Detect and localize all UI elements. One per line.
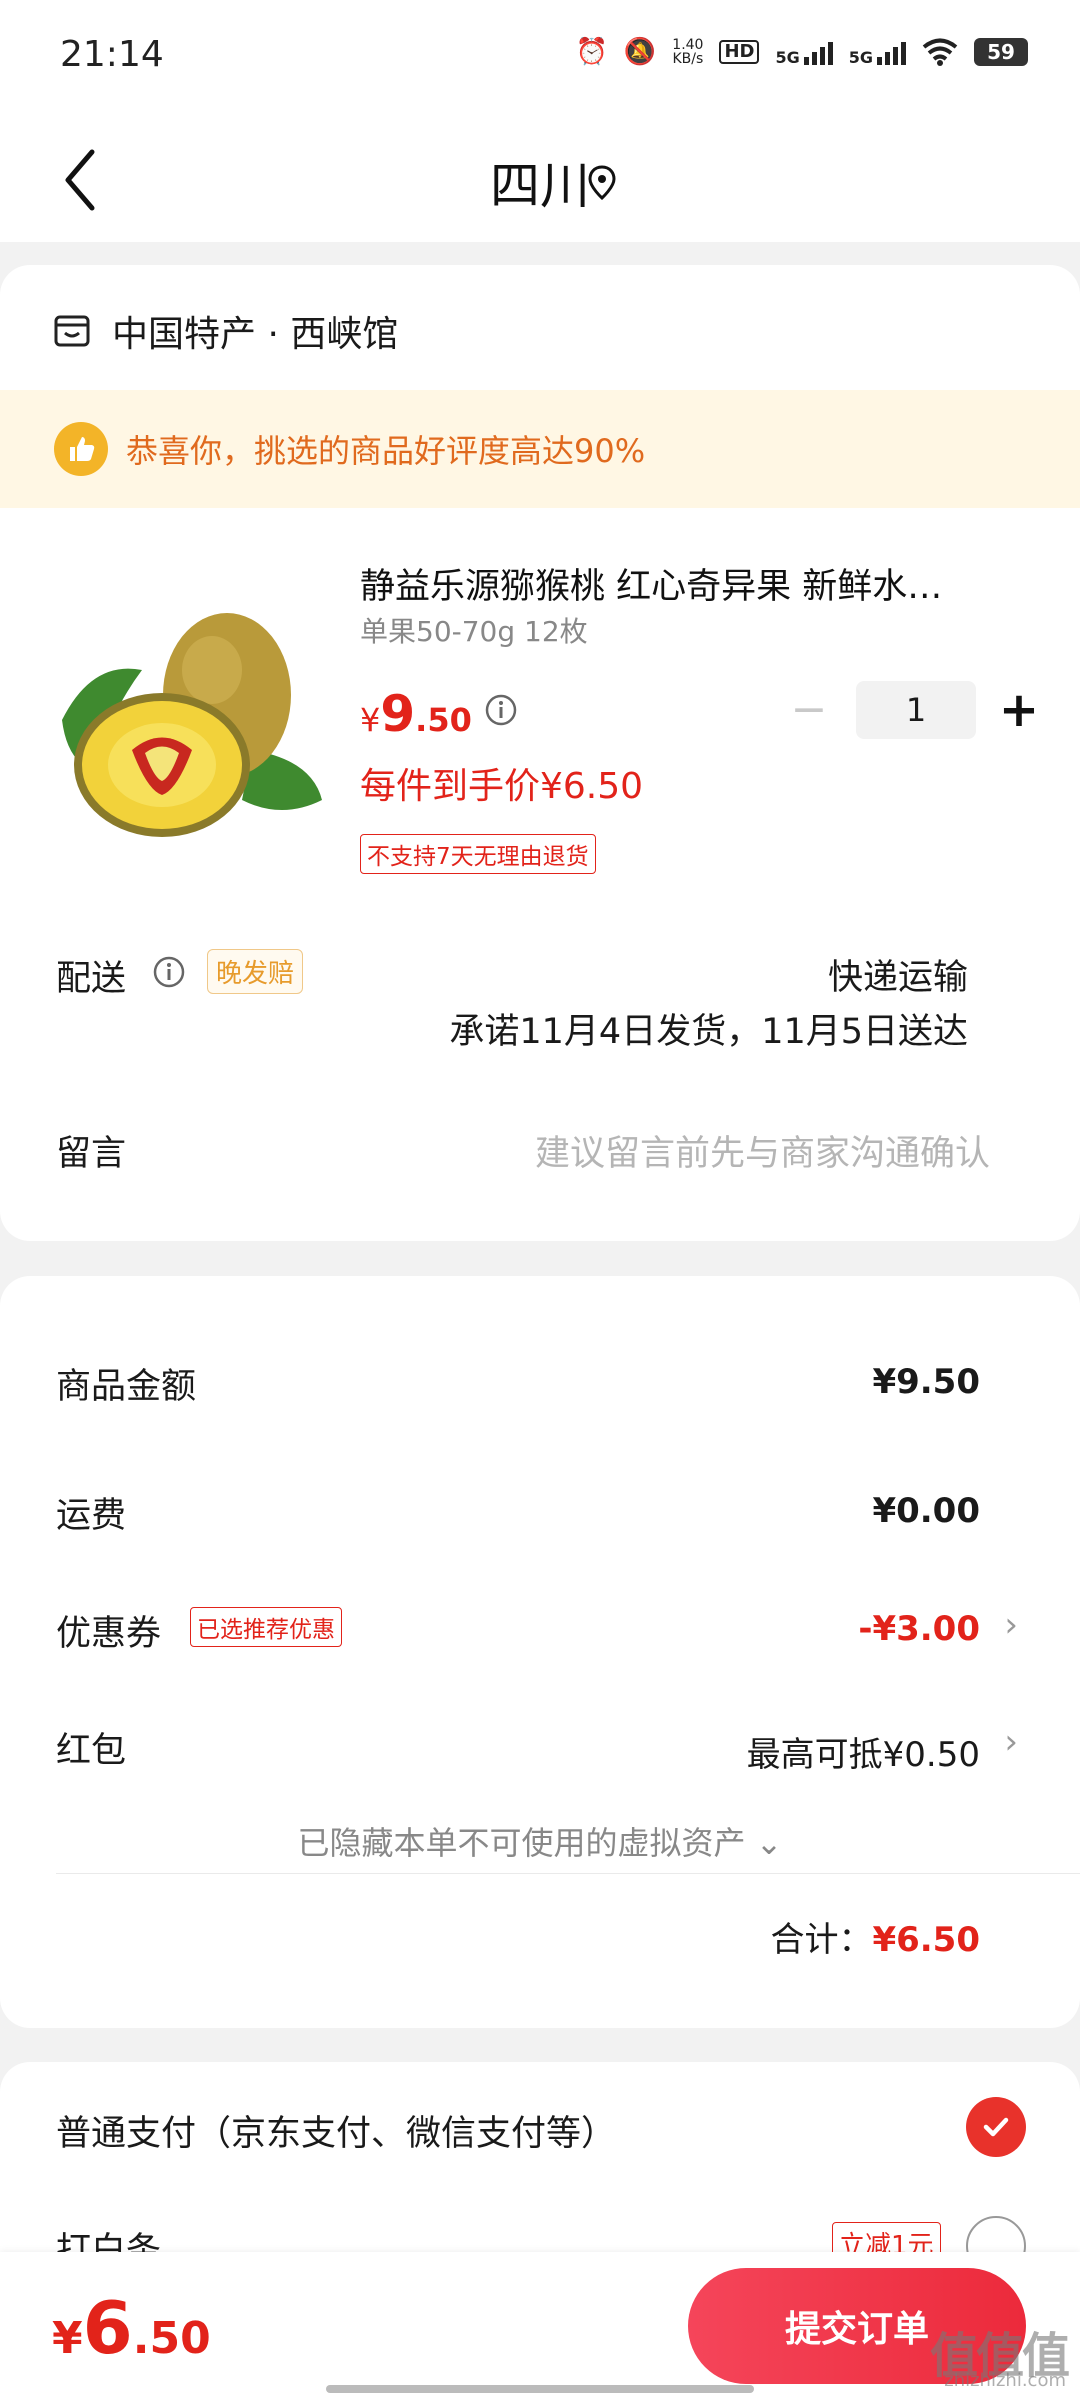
late-compensation-badge: 晚发赔 <box>207 949 304 994</box>
divider <box>56 1873 1080 1874</box>
goods-amount-value: ¥9.50 <box>872 1362 980 1402</box>
location-pin-icon[interactable] <box>586 164 618 202</box>
product-image[interactable] <box>52 600 328 850</box>
watermark-url: zhizhizhi.com <box>944 2370 1066 2391</box>
coupon-badge: 已选推荐优惠 <box>190 1607 342 1647</box>
checkmark-icon[interactable] <box>966 2097 1026 2157</box>
chevron-right-icon[interactable]: › <box>1004 1605 1018 1645</box>
coupon-value[interactable]: -¥3.00 <box>858 1609 980 1649</box>
shop-name: 中国特产 · 西峡馆 <box>112 314 399 355</box>
redpacket-label[interactable]: 红包 <box>56 1722 126 1773</box>
status-icons: ⏰ 🔕 1.40 KB/s HD 5G 5G 59 <box>576 38 1028 66</box>
decrease-button[interactable]: − <box>786 688 832 732</box>
hidden-assets-toggle[interactable]: 已隐藏本单不可使用的虚拟资产 ⌄ <box>0 1818 1080 1864</box>
quantity-value[interactable]: 1 <box>856 681 976 739</box>
shipping-label: 运费 <box>56 1496 127 1536</box>
product-spec: 单果50-70g 12枚 <box>360 615 588 648</box>
page-title: 四川 <box>490 157 590 215</box>
final-price: 每件到手价¥6.50 <box>360 766 644 807</box>
total-label: 合计： <box>770 1920 873 1960</box>
net-speed: 1.40 KB/s <box>672 37 704 67</box>
message-input[interactable]: 建议留言前先与商家沟通确认 <box>535 1125 990 1176</box>
goods-amount-label: 商品金额 <box>56 1367 197 1407</box>
coupon-label[interactable]: 优惠券 <box>56 1605 161 1656</box>
product-title[interactable]: 静益乐源猕猴桃 红心奇异果 新鲜水… <box>360 558 1010 609</box>
no-return-tag: 不支持7天无理由退货 <box>360 834 596 874</box>
hd-icon: HD <box>719 40 760 64</box>
info-icon[interactable] <box>484 693 518 727</box>
increase-button[interactable]: + <box>996 686 1042 734</box>
delivery-label: 配送 <box>56 959 127 999</box>
nav-bar: 四川 <box>0 118 1080 242</box>
redpacket-value[interactable]: 最高可抵¥0.50 <box>747 1727 980 1776</box>
home-indicator[interactable] <box>326 2385 754 2393</box>
signal-2: 5G <box>849 39 906 66</box>
quantity-stepper: − 1 + <box>786 681 1042 739</box>
message-label: 留言 <box>56 1134 127 1174</box>
bottom-total-price: ¥ 6 .50 <box>52 2286 211 2370</box>
signal-bars-icon <box>803 39 833 65</box>
mute-icon: 🔕 <box>623 37 657 67</box>
product-price: ¥ 9 .50 <box>360 685 472 743</box>
order-card: 中国特产 · 西峡馆 恭喜你，挑选的商品好评度高达90% 静益乐源猕猴桃 红心奇… <box>0 265 1080 1241</box>
status-bar: 21:14 ⏰ 🔕 1.40 KB/s HD 5G 5G 59 <box>0 0 1080 118</box>
status-time: 21:14 <box>60 34 164 75</box>
delivery-promise: 承诺11月4日发货，11月5日送达 <box>449 1012 968 1052</box>
shop-row[interactable]: 中国特产 · 西峡馆 <box>52 305 398 357</box>
chevron-right-icon[interactable]: › <box>1004 1722 1018 1762</box>
banner-text: 恭喜你，挑选的商品好评度高达90% <box>126 432 646 470</box>
info-icon[interactable] <box>152 955 186 989</box>
alarm-icon: ⏰ <box>575 37 608 67</box>
bottom-bar: ¥ 6 .50 提交订单 <box>0 2252 1080 2400</box>
delivery-method[interactable]: 快递运输 <box>828 949 968 1000</box>
shipping-value: ¥0.00 <box>872 1491 980 1531</box>
rating-banner: 恭喜你，挑选的商品好评度高达90% <box>0 390 1080 508</box>
signal-bars-icon <box>877 39 906 65</box>
battery-icon: 59 <box>974 38 1028 66</box>
wifi-icon <box>922 38 958 66</box>
normal-payment-option[interactable]: 普通支付（京东支付、微信支付等） <box>56 2105 616 2156</box>
thumbs-up-icon <box>54 422 108 476</box>
shop-icon <box>54 315 90 347</box>
total-row: 合计：¥6.50 <box>770 1912 980 1961</box>
total-value: ¥6.50 <box>872 1920 980 1960</box>
signal-1: 5G <box>775 39 833 66</box>
